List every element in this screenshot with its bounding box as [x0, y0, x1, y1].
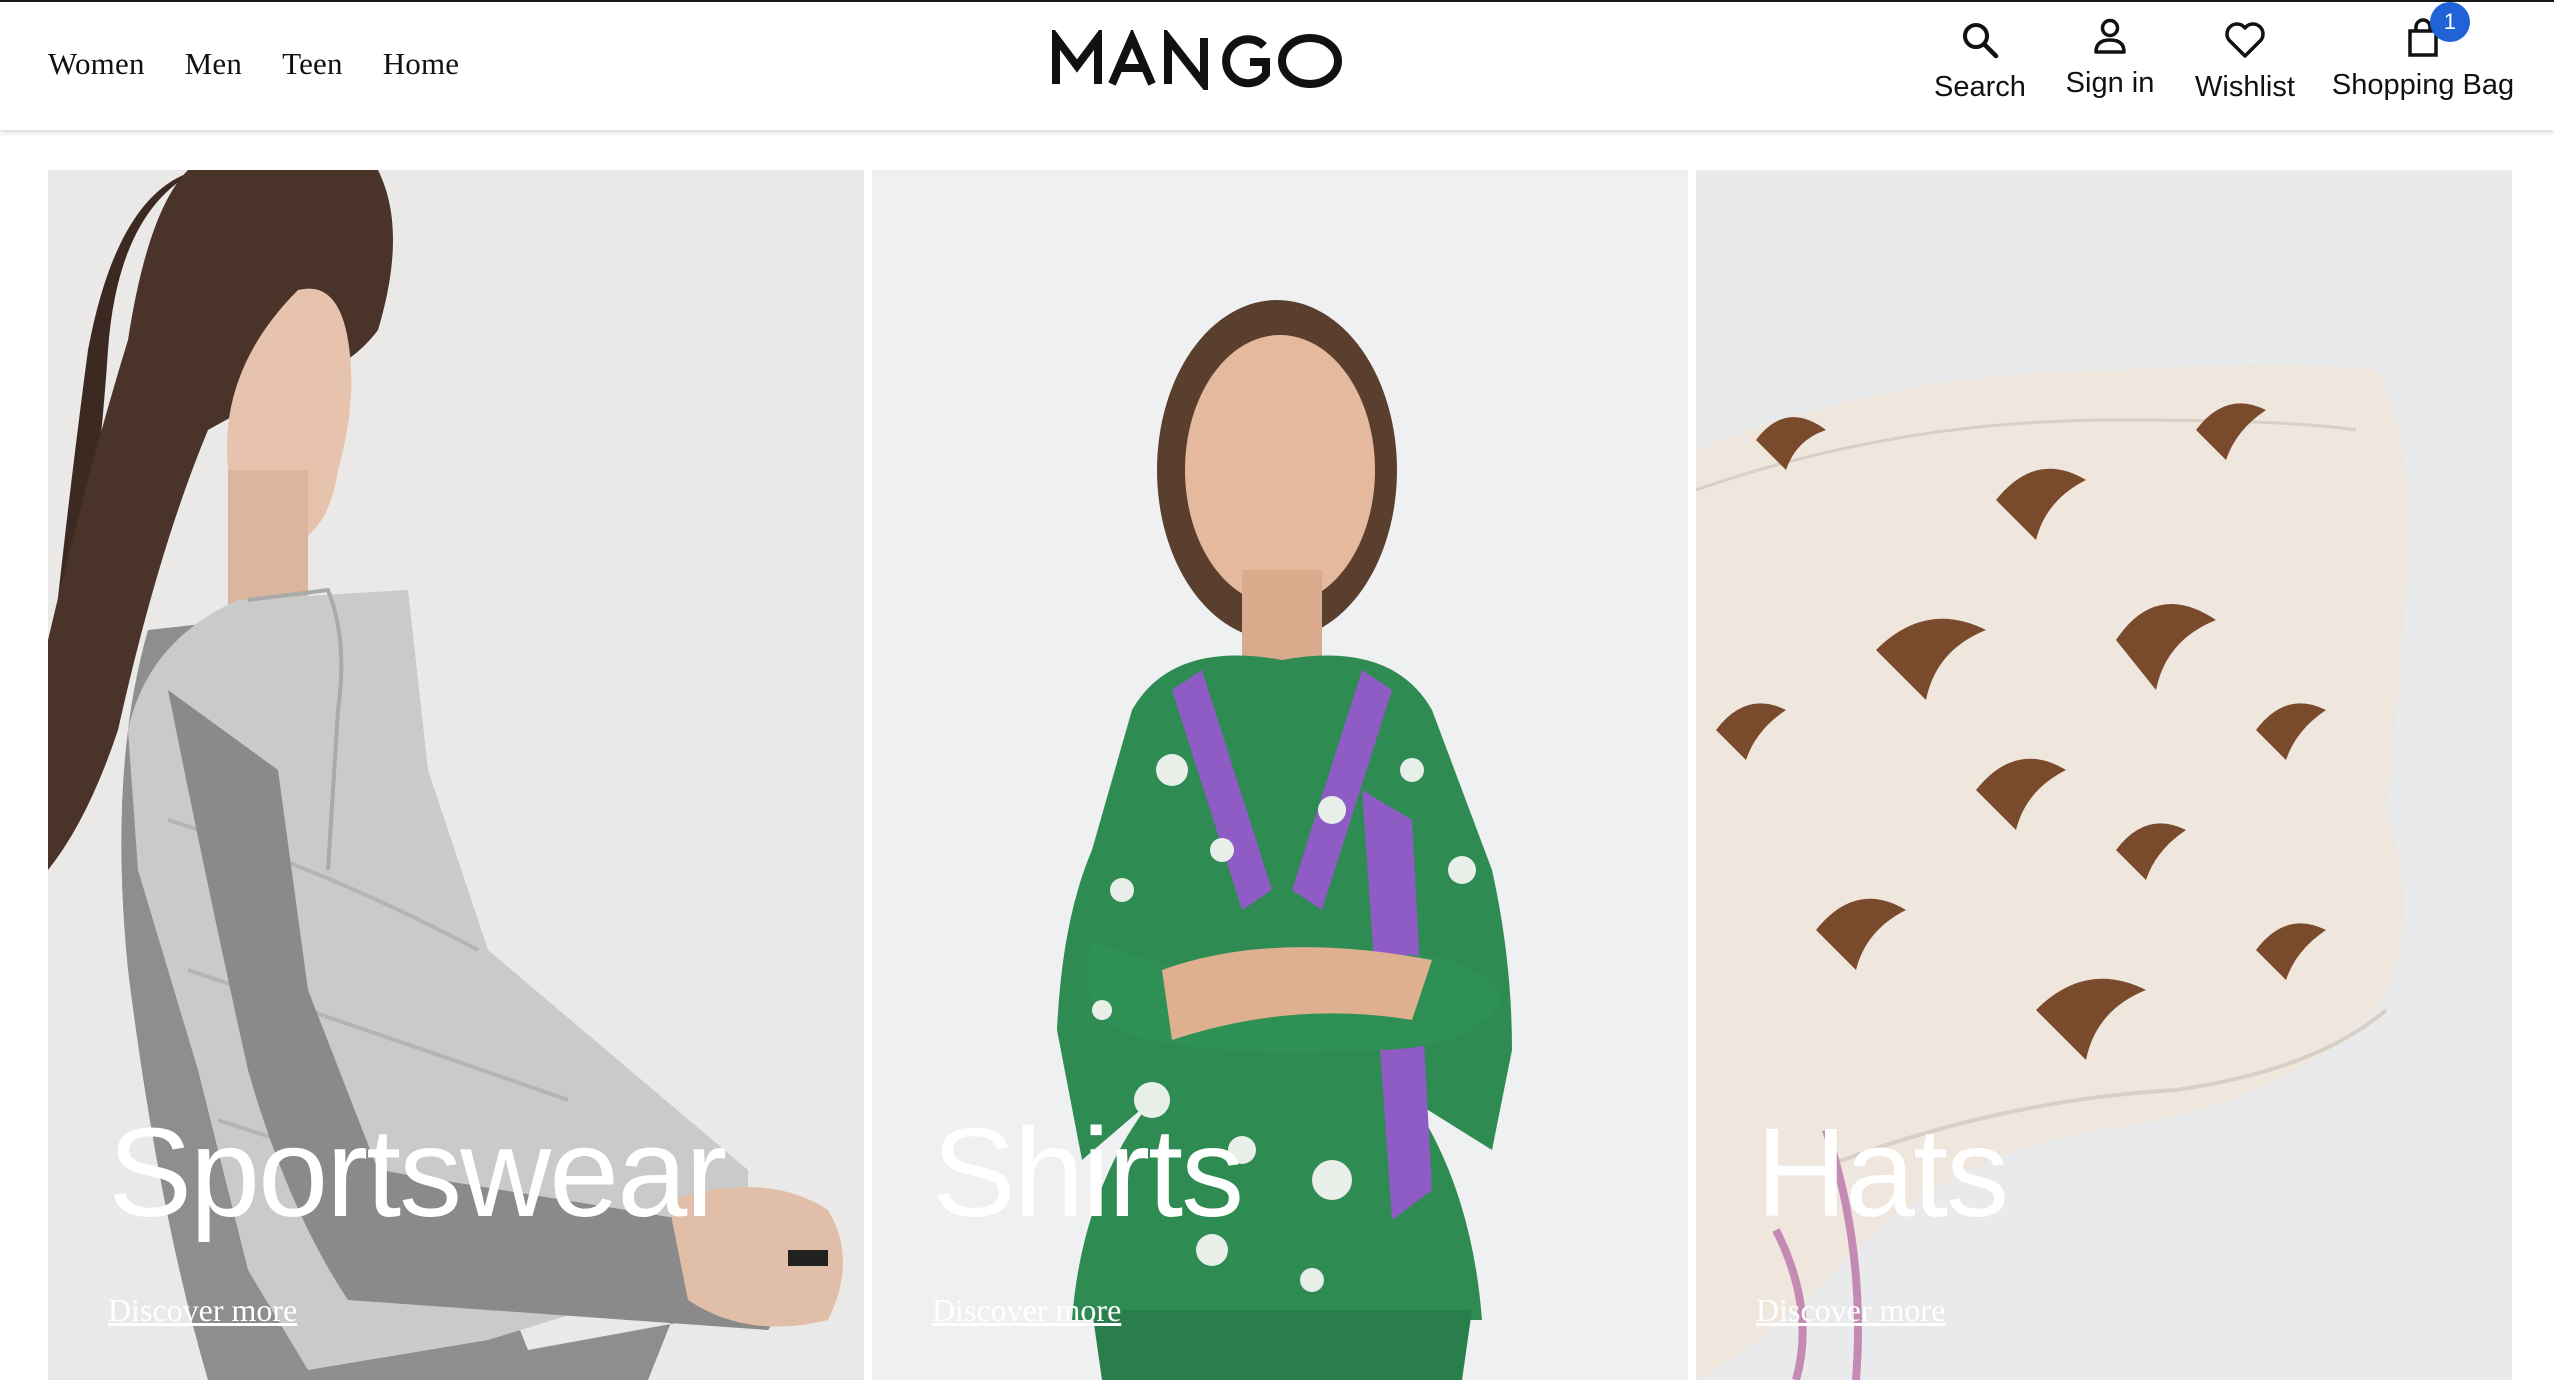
sign-in-label: Sign in: [2065, 67, 2155, 99]
nav-item-home[interactable]: Home: [383, 46, 460, 82]
user-icon: [2060, 16, 2160, 61]
tile-sportswear[interactable]: Sportswear Discover more: [48, 170, 864, 1380]
search-icon: [1930, 20, 2030, 65]
search-button[interactable]: Search: [1930, 20, 2030, 104]
sign-in-button[interactable]: Sign in: [2060, 16, 2160, 100]
site-header: Women Men Teen Home Search Sign in Wishl…: [0, 2, 2554, 130]
tile-hats[interactable]: Hats Discover more: [1696, 170, 2512, 1380]
heart-icon: [2190, 20, 2300, 65]
mango-logo[interactable]: [1052, 30, 1346, 90]
shopping-bag-label: Shopping Bag: [2331, 69, 2515, 101]
tile-title: Hats: [1756, 1102, 2009, 1243]
main-nav: Women Men Teen Home: [48, 46, 459, 82]
shopping-bag-button[interactable]: 1 Shopping Bag: [2328, 2, 2518, 102]
nav-item-women[interactable]: Women: [48, 46, 145, 82]
wishlist-label: Wishlist: [2195, 71, 2295, 103]
discover-more-link[interactable]: Discover more: [932, 1292, 1121, 1329]
tile-title: Sportswear: [108, 1102, 727, 1243]
nav-item-teen[interactable]: Teen: [282, 46, 343, 82]
mango-logo-mark: [1052, 30, 1342, 90]
nav-item-men[interactable]: Men: [185, 46, 242, 82]
discover-more-link[interactable]: Discover more: [1756, 1292, 1945, 1329]
discover-more-link[interactable]: Discover more: [108, 1292, 297, 1329]
tile-title: Shirts: [932, 1102, 1244, 1243]
tile-shirts[interactable]: Shirts Discover more: [872, 170, 1688, 1380]
search-label: Search: [1934, 71, 2026, 103]
wishlist-button[interactable]: Wishlist: [2190, 20, 2300, 104]
bag-count-badge: 1: [2430, 2, 2470, 42]
category-tiles: Sportswear Discover more Shirts Discover…: [48, 170, 2512, 1380]
